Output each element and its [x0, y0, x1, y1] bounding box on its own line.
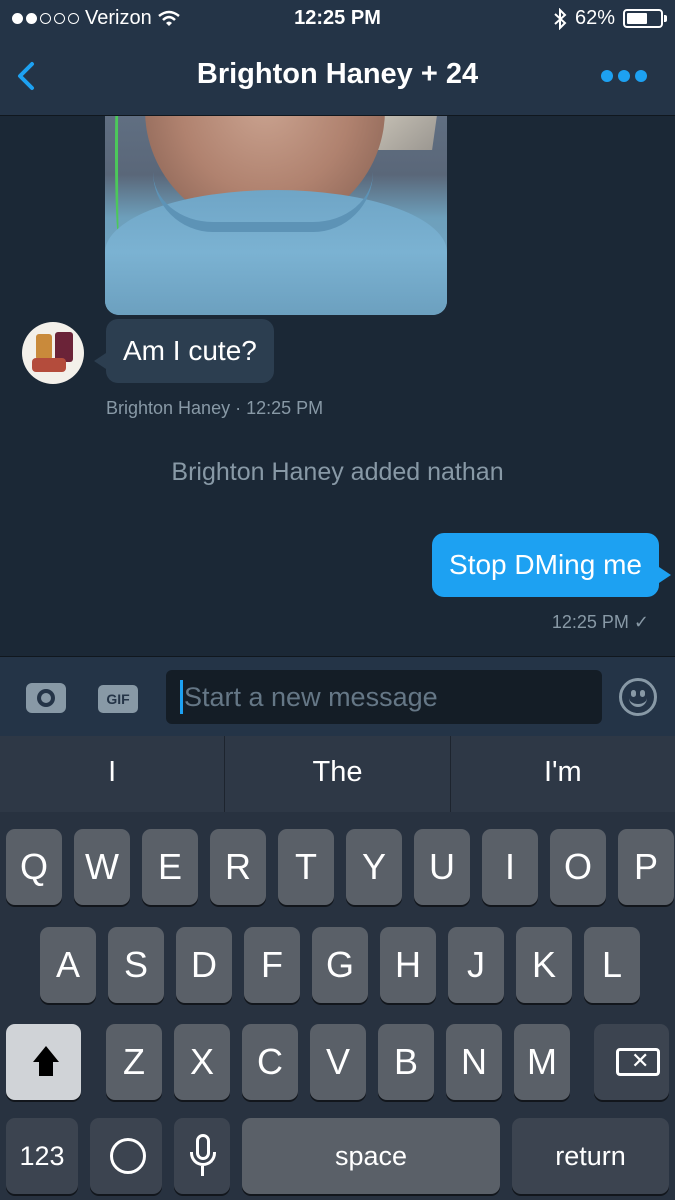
keyboard: I The I'm 123 space return QWERTYUIOPASD… [0, 736, 675, 1200]
key-f[interactable]: F [244, 927, 300, 1003]
key-i[interactable]: I [482, 829, 538, 905]
incoming-message-meta: Brighton Haney · 12:25 PM [106, 398, 324, 418]
suggestion-bar: I The I'm [0, 736, 675, 812]
outgoing-message-meta: 12:25 PM ✓ [551, 612, 649, 632]
camera-icon[interactable] [26, 683, 66, 713]
suggestion-item[interactable]: The [225, 736, 451, 812]
suggestion-item[interactable]: I [0, 736, 226, 812]
key-b[interactable]: B [378, 1024, 434, 1100]
system-notice: Brighton Haney added nathan [171, 458, 504, 486]
key-t[interactable]: T [278, 829, 334, 905]
key-y[interactable]: Y [346, 829, 402, 905]
message-input[interactable]: Start a new message [166, 670, 602, 724]
conversation-title: Brighton Haney + 24 [196, 58, 479, 90]
battery-icon [623, 9, 667, 28]
emoji-icon[interactable] [619, 678, 657, 716]
key-s[interactable]: S [108, 927, 164, 1003]
text-caret [180, 679, 183, 714]
key-v[interactable]: V [310, 1024, 366, 1100]
key-m[interactable]: M [514, 1024, 570, 1100]
header: Verizon 12:25 PM 62% Brighton Haney + 24 [0, 0, 675, 116]
gif-button[interactable]: GIF [98, 685, 138, 713]
avatar[interactable] [22, 322, 84, 384]
incoming-message-bubble[interactable]: Am I cute? [94, 319, 274, 383]
key-j[interactable]: J [448, 927, 504, 1003]
key-l[interactable]: L [584, 927, 640, 1003]
return-key[interactable]: return [512, 1118, 669, 1194]
status-bar: Verizon 12:25 PM 62% [0, 0, 675, 38]
key-d[interactable]: D [176, 927, 232, 1003]
key-r[interactable]: R [210, 829, 266, 905]
key-o[interactable]: O [550, 829, 606, 905]
key-u[interactable]: U [414, 829, 470, 905]
key-z[interactable]: Z [106, 1024, 162, 1100]
suggestion-item[interactable]: I'm [451, 736, 675, 812]
outgoing-message-bubble[interactable]: Stop DMing me [432, 533, 671, 597]
key-w[interactable]: W [74, 829, 130, 905]
more-options-icon[interactable] [601, 70, 647, 82]
dictation-key[interactable] [174, 1118, 230, 1194]
delete-key[interactable] [594, 1024, 669, 1100]
emoji-icon [110, 1138, 146, 1174]
backspace-icon [616, 1046, 660, 1076]
key-q[interactable]: Q [6, 829, 62, 905]
compose-bar: GIF Start a new message [0, 656, 675, 736]
battery-percent: 62% [574, 7, 615, 29]
key-p[interactable]: P [618, 829, 674, 905]
space-key[interactable]: space [242, 1118, 500, 1194]
key-g[interactable]: G [312, 927, 368, 1003]
numbers-key[interactable]: 123 [6, 1118, 78, 1194]
shift-arrow-icon [33, 1046, 59, 1062]
key-k[interactable]: K [516, 927, 572, 1003]
key-c[interactable]: C [242, 1024, 298, 1100]
message-input-placeholder: Start a new message [184, 682, 438, 712]
key-e[interactable]: E [142, 829, 198, 905]
key-n[interactable]: N [446, 1024, 502, 1100]
key-a[interactable]: A [40, 927, 96, 1003]
shift-key[interactable] [6, 1024, 81, 1100]
bluetooth-icon [554, 7, 567, 30]
emoji-keyboard-key[interactable] [90, 1118, 162, 1194]
key-x[interactable]: X [174, 1024, 230, 1100]
key-h[interactable]: H [380, 927, 436, 1003]
nav-bar: Brighton Haney + 24 [0, 38, 675, 116]
